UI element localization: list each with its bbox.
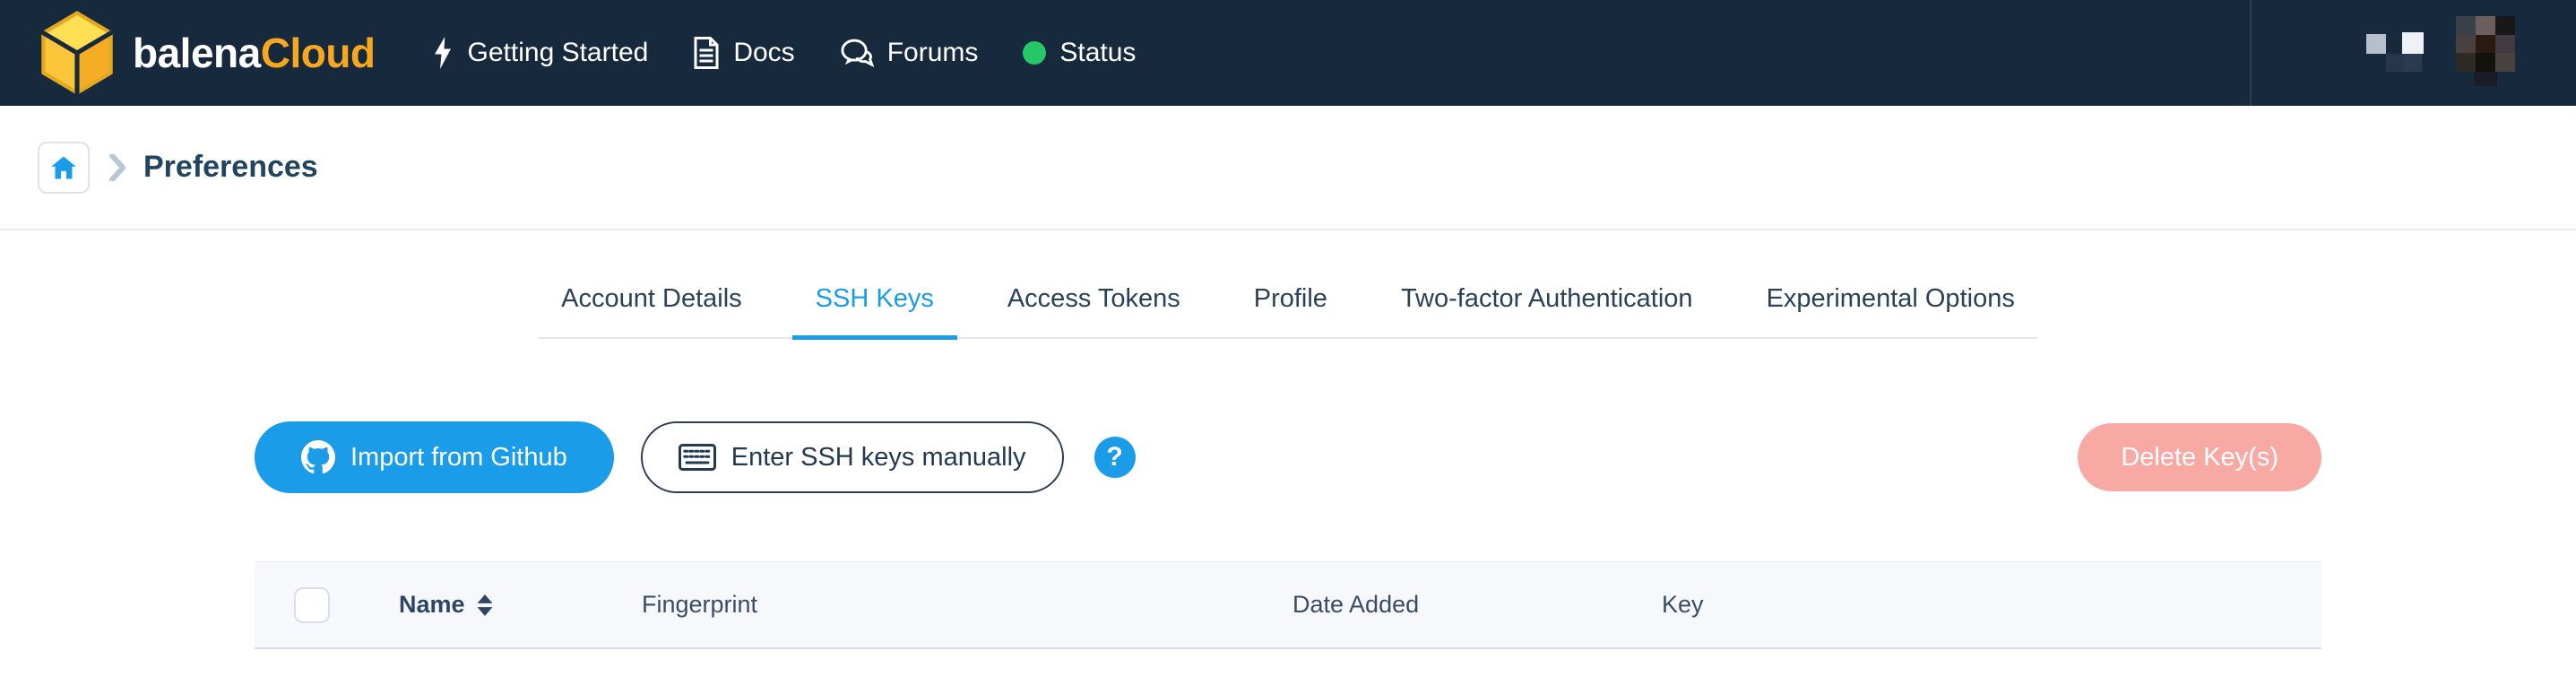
tab-two-factor[interactable]: Two-factor Authentication <box>1378 284 1716 340</box>
select-all-cell <box>255 586 399 623</box>
docs-icon <box>694 37 719 69</box>
brand-primary: balena <box>133 30 261 76</box>
select-all-checkbox[interactable] <box>294 586 330 623</box>
breadcrumb: Preferences <box>0 106 2576 230</box>
ssh-keys-toolbar: Import from Github Enter SSH keys manual… <box>255 421 2321 493</box>
redacted-pixel <box>2386 54 2404 72</box>
balena-cloud-logo[interactable]: balenaCloud <box>38 11 376 95</box>
column-header-name[interactable]: Name <box>399 591 642 619</box>
tab-profile[interactable]: Profile <box>1231 284 1351 340</box>
import-from-github-label: Import from Github <box>350 442 567 472</box>
tab-access-tokens[interactable]: Access Tokens <box>984 284 1204 340</box>
preferences-tabs: Account Details SSH Keys Access Tokens P… <box>538 284 2038 340</box>
brand-name: balenaCloud <box>133 29 376 77</box>
redacted-pixel <box>2404 54 2422 72</box>
top-navbar: balenaCloud Getting Started Docs Forums … <box>0 0 2576 106</box>
tab-experimental-options[interactable]: Experimental Options <box>1743 284 2038 340</box>
column-name-label: Name <box>399 591 465 618</box>
delete-keys-button[interactable]: Delete Key(s) <box>2078 423 2321 491</box>
tab-account-details[interactable]: Account Details <box>538 284 765 340</box>
page-title: Preferences <box>143 150 318 184</box>
help-icon[interactable]: ? <box>1094 437 1136 478</box>
github-icon <box>301 440 335 474</box>
column-header-fingerprint: Fingerprint <box>642 591 758 618</box>
nav-link-label: Getting Started <box>467 38 649 67</box>
nav-link-label: Status <box>1059 38 1137 67</box>
nav-status[interactable]: Status <box>1023 38 1136 68</box>
nav-docs[interactable]: Docs <box>693 37 795 69</box>
enter-ssh-keys-button[interactable]: Enter SSH keys manually <box>640 421 1064 493</box>
lightning-icon <box>434 37 451 69</box>
nav-forums[interactable]: Forums <box>840 38 979 68</box>
keyboard-icon <box>678 444 716 471</box>
enter-ssh-keys-label: Enter SSH keys manually <box>730 442 1026 472</box>
redacted-pixel <box>2474 72 2497 86</box>
brand-secondary: Cloud <box>260 30 376 76</box>
nav-getting-started[interactable]: Getting Started <box>431 37 649 69</box>
redacted-pixel <box>2366 34 2386 54</box>
redacted-avatar <box>2456 16 2515 72</box>
home-button[interactable] <box>38 141 90 194</box>
ssh-keys-table-header: Name Fingerprint Date Added Key <box>255 561 2321 649</box>
navbar-links: Getting Started Docs Forums Status <box>431 37 1136 69</box>
status-dot-icon <box>1023 41 1047 65</box>
home-icon <box>51 156 76 178</box>
nav-link-label: Docs <box>733 38 795 67</box>
sort-icon <box>477 594 493 616</box>
balena-cube-icon <box>40 11 114 95</box>
chevron-right-icon <box>109 153 125 181</box>
column-header-key: Key <box>1662 591 1704 618</box>
tab-ssh-keys[interactable]: SSH Keys <box>791 284 957 340</box>
column-header-date-added: Date Added <box>1292 591 1420 618</box>
preferences-content: Account Details SSH Keys Access Tokens P… <box>255 284 2321 649</box>
redacted-pixel <box>2402 32 2424 54</box>
import-from-github-button[interactable]: Import from Github <box>255 421 614 493</box>
nav-link-label: Forums <box>886 38 979 67</box>
forums-icon <box>841 39 874 67</box>
user-menu-redacted[interactable] <box>2250 0 2576 106</box>
